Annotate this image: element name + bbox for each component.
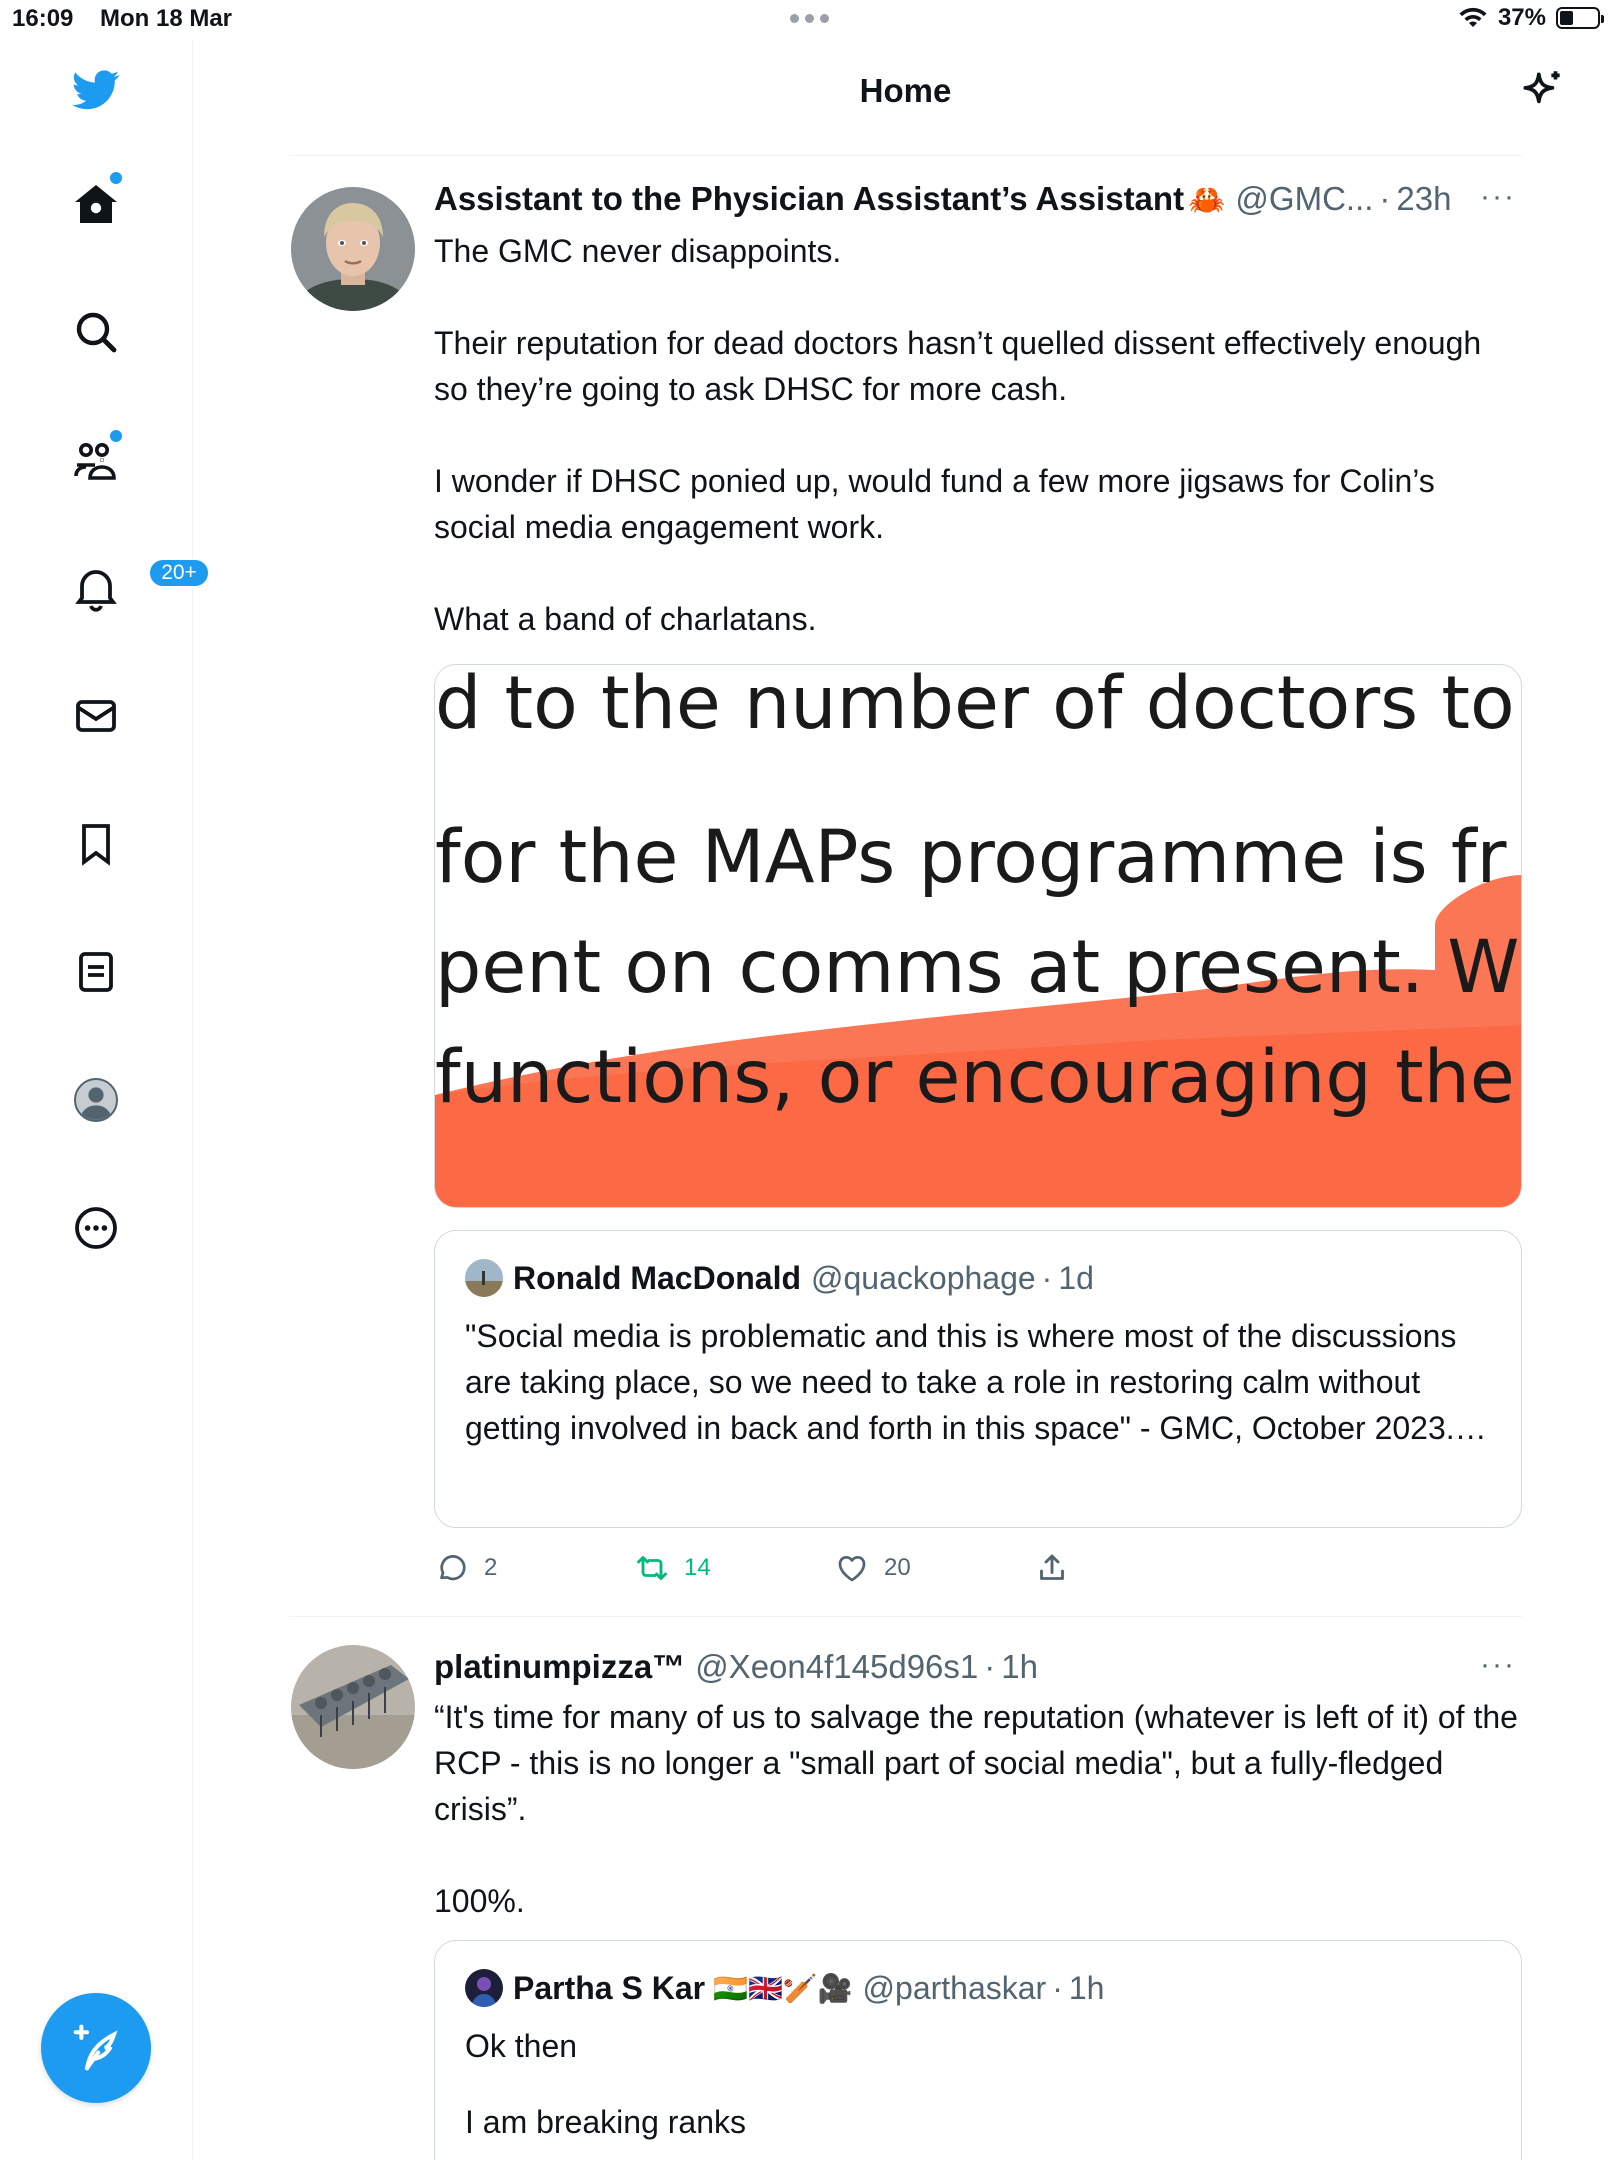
like-count: 20	[884, 1554, 911, 1581]
status-bar: 16:09 Mon 18 Mar 37%	[0, 0, 1620, 40]
tweet[interactable]: Assistant to the Physician Assistant’s A…	[289, 180, 1522, 1610]
battery-percent: 37%	[1497, 4, 1546, 31]
sparkle-icon[interactable]	[1518, 66, 1568, 116]
timestamp[interactable]: 1h	[1001, 1648, 1038, 1686]
status-date: Mon 18 Mar	[100, 5, 233, 32]
reply-button[interactable]: 2	[434, 1550, 634, 1586]
battery-icon	[1556, 7, 1604, 29]
image-text-line: functions, or encouraging ther	[435, 1035, 1522, 1120]
share-icon	[1040, 1554, 1064, 1580]
tweet-text: “It's time for many of us to salvage the…	[434, 1694, 1519, 1924]
tweet-text: The GMC never disappoints. Their reputat…	[434, 228, 1519, 642]
communities-dot-badge	[110, 430, 122, 442]
separator: ·	[984, 1648, 996, 1685]
retweet-icon	[637, 1556, 667, 1580]
compose-feather-icon	[73, 2024, 118, 2071]
tweet-text-line: I wonder if DHSC ponied up, would fund a…	[434, 463, 1435, 545]
bookmarks-icon[interactable]	[58, 806, 134, 882]
notifications-icon[interactable]: 20+	[58, 550, 210, 626]
tweet-divider	[289, 1616, 1522, 1617]
retweet-count: 14	[684, 1554, 711, 1581]
quote-text: "Social media is problematic and this is…	[465, 1318, 1487, 1446]
tweet-actions: 2 14 20	[434, 1550, 1234, 1586]
quote-timestamp: 1h	[1068, 1969, 1105, 2006]
multitasking-dots-icon[interactable]	[790, 6, 836, 30]
retweet-button[interactable]: 14	[634, 1550, 834, 1586]
home-dot-badge	[110, 172, 122, 184]
flag-emojis: 🇮🇳🇬🇧🏏🎥	[713, 1972, 853, 2004]
tweet-image[interactable]: d to the number of doctors to for the MA…	[434, 664, 1522, 1208]
tweet-text-line: “It's time for many of us to salvage the…	[434, 1699, 1518, 1827]
user-handle[interactable]: @GMC...	[1235, 180, 1373, 218]
search-icon[interactable]	[58, 294, 134, 370]
crab-emoji: 🦀	[1188, 184, 1226, 217]
quote-tweet[interactable]: Partha S Kar 🇮🇳🇬🇧🏏🎥 @parthaskar · 1h Ok …	[434, 1940, 1522, 2160]
quote-handle: @quackophage	[811, 1259, 1036, 1296]
separator: ·	[1379, 180, 1391, 217]
quote-tweet[interactable]: Ronald MacDonald @quackophage · 1d "Soci…	[434, 1230, 1522, 1528]
quote-display-name: Ronald MacDonald	[513, 1259, 802, 1296]
more-options-icon[interactable]: ···	[1480, 180, 1516, 214]
quote-text-line: I am breaking ranks	[465, 2104, 747, 2140]
communities-icon[interactable]	[58, 422, 134, 498]
image-text-line: for the MAPs programme is fr	[435, 815, 1507, 900]
tweet-text-line: Their reputation for dead doctors hasn’t…	[434, 325, 1482, 407]
reply-count: 2	[484, 1554, 498, 1581]
quote-avatar	[465, 1969, 503, 2007]
heart-icon	[838, 1556, 866, 1582]
separator: ·	[1041, 1259, 1053, 1296]
quote-display-name: Partha S Kar	[513, 1969, 706, 2006]
compose-tweet-button[interactable]	[41, 1993, 151, 2103]
page-title: Home	[859, 72, 952, 109]
tweet-text-line: What a band of charlatans.	[434, 601, 817, 637]
more-icon[interactable]	[58, 1190, 134, 1266]
image-text-line: pent on comms at present. W	[435, 925, 1520, 1010]
quote-handle: @parthaskar	[862, 1969, 1047, 2006]
avatar[interactable]	[291, 1645, 415, 1769]
profile-icon[interactable]	[58, 1062, 134, 1138]
status-time: 16:09	[12, 5, 74, 32]
like-button[interactable]: 20	[834, 1550, 1034, 1586]
notifications-count-badge: 20+	[148, 558, 210, 588]
tweet-header: Assistant to the Physician Assistant’s A…	[434, 180, 1451, 218]
tweet-text-line	[434, 274, 1519, 320]
quote-header: Ronald MacDonald @quackophage · 1d	[465, 1259, 1094, 1297]
home-icon[interactable]	[58, 166, 134, 242]
more-options-icon[interactable]: ···	[1480, 1648, 1516, 1682]
separator: ·	[1052, 1969, 1063, 2006]
tweet-text-line: The GMC never disappoints.	[434, 233, 842, 269]
lists-icon[interactable]	[58, 934, 134, 1010]
quote-text-line	[465, 2069, 1495, 2099]
image-text-line: d to the number of doctors to	[435, 664, 1515, 746]
avatar[interactable]	[291, 187, 415, 311]
timestamp[interactable]: 23h	[1396, 180, 1451, 218]
tweet-header: platinumpizza™ @Xeon4f145d96s1 · 1h	[434, 1648, 1038, 1686]
quote-text: Ok then I am breaking ranks	[465, 2023, 1495, 2145]
reply-icon	[440, 1555, 466, 1581]
tweet-text-line	[434, 1832, 1519, 1878]
wifi-icon	[1459, 7, 1487, 27]
quote-timestamp: 1d	[1058, 1259, 1094, 1296]
quote-avatar	[465, 1259, 503, 1297]
user-handle[interactable]: @Xeon4f145d96s1	[695, 1648, 978, 1686]
quote-text-line: Ok then	[465, 2028, 578, 2064]
twitter-bird-icon[interactable]	[58, 52, 134, 128]
sidebar: 20+	[0, 40, 210, 2160]
tweet[interactable]: platinumpizza™ @Xeon4f145d96s1 · 1h ··· …	[289, 1640, 1522, 2160]
tweet-text-line	[434, 412, 1519, 458]
share-button[interactable]	[1034, 1550, 1234, 1586]
timeline-header: Home	[289, 40, 1560, 156]
tweet-text-line: 100%.	[434, 1883, 525, 1919]
display-name[interactable]: platinumpizza™	[434, 1648, 685, 1686]
tweet-text-line	[434, 550, 1519, 596]
quote-header: Partha S Kar 🇮🇳🇬🇧🏏🎥 @parthaskar · 1h	[465, 1969, 1104, 2007]
display-name[interactable]: Assistant to the Physician Assistant’s A…	[434, 180, 1184, 218]
messages-icon[interactable]	[58, 678, 134, 754]
